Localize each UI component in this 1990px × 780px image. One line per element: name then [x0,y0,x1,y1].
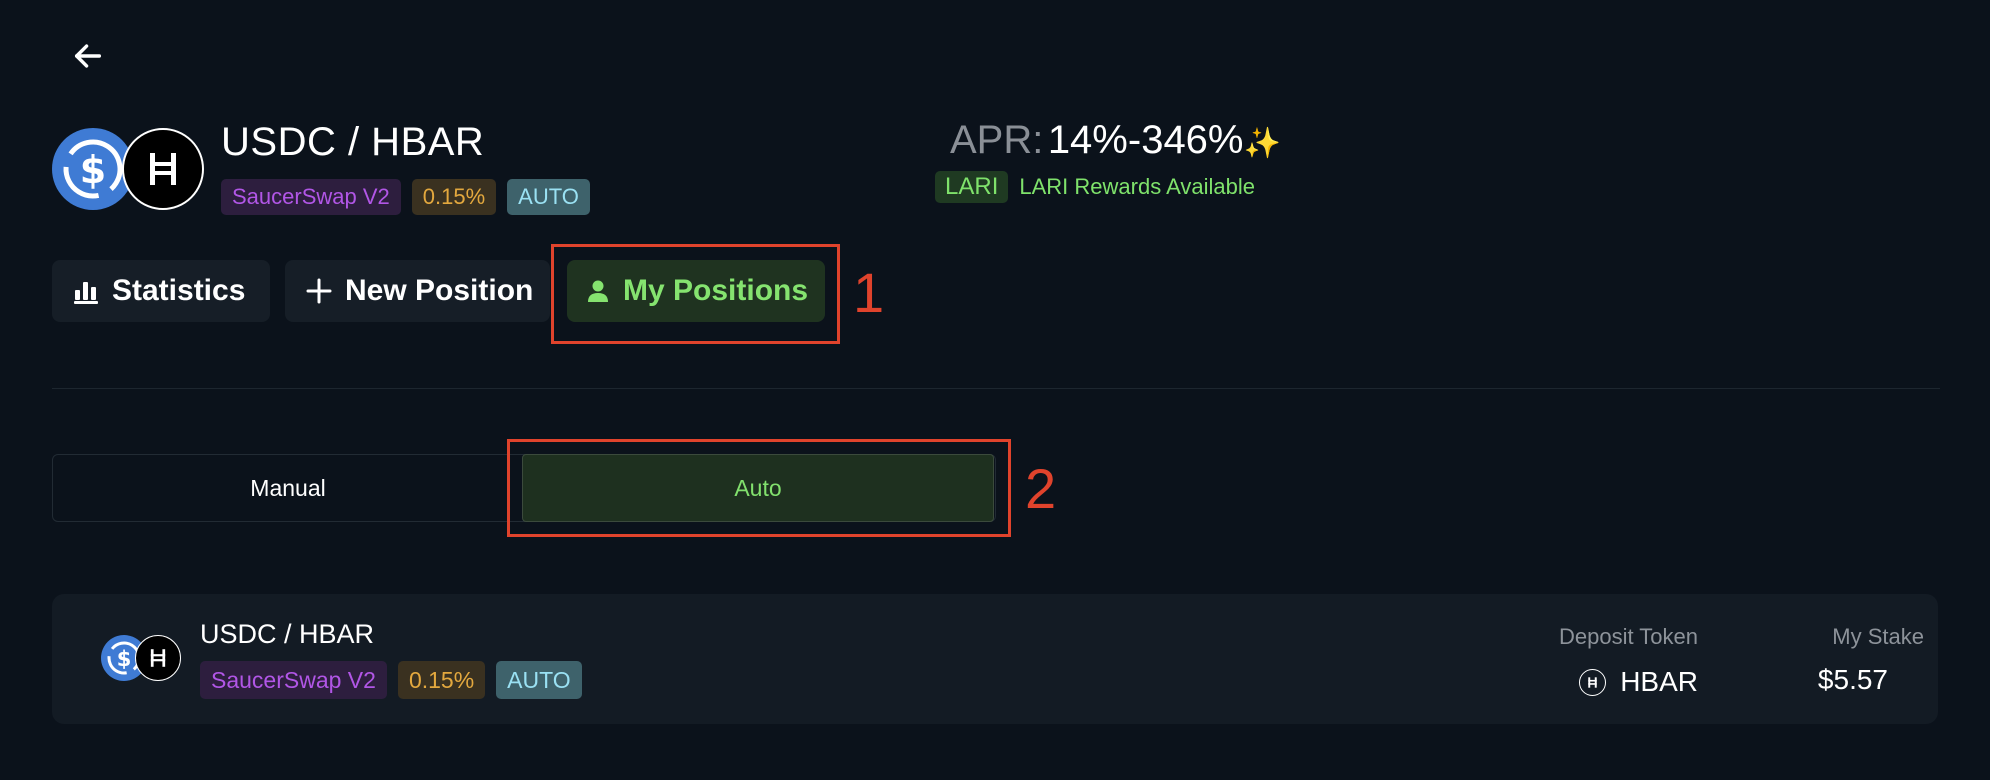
position-tags: SaucerSwap V2 0.15% AUTO [200,661,582,699]
hbar-icon [135,635,181,681]
rewards-row: LARI LARI Rewards Available [935,171,1255,203]
deposit-token-name: HBAR [1620,666,1698,697]
annotation-number-1: 1 [853,261,885,324]
my-stake-value: $5.57 [1817,664,1888,695]
deposit-token-header: Deposit Token [1558,624,1698,649]
sparkle-icon: ✨ [1243,127,1281,160]
rewards-text: LARI Rewards Available [1019,174,1255,199]
arrow-left-icon [74,44,102,68]
deposit-token-value: HBAR [1579,666,1698,698]
statistics-button[interactable]: Statistics [52,260,270,322]
lari-badge: LARI [935,171,1009,203]
apr-label: APR: [950,118,1044,162]
manual-tab[interactable]: Manual [52,454,524,522]
plus-icon [305,277,333,305]
pool-tags: SaucerSwap V2 0.15% AUTO [221,179,590,215]
statistics-label: Statistics [112,274,246,307]
my-stake-header: My Stake [1832,624,1924,649]
auto-badge: AUTO [496,661,582,699]
apr-display: APR: 14%-346%✨ [950,118,1281,163]
hbar-small-icon [1579,668,1607,696]
annotation-number-2: 2 [1025,457,1057,520]
position-pair-title: USDC / HBAR [200,619,375,649]
fee-badge: 0.15% [397,661,486,699]
annotation-box-1 [551,244,840,344]
fee-badge: 0.15% [411,179,497,215]
position-card[interactable]: $ USDC / HBAR SaucerSwap V2 0.15% AUTO D… [52,594,1938,724]
apr-value: 14%-346% [1047,118,1244,162]
page-title: USDC / HBAR [221,120,485,164]
dex-badge: SaucerSwap V2 [200,661,387,699]
section-divider [52,388,1940,389]
auto-badge: AUTO [507,179,590,215]
dex-badge: SaucerSwap V2 [221,179,401,215]
svg-text:$: $ [80,148,106,192]
page: $ USDC / HBAR SaucerSwap V2 0.15% AUTO A… [0,0,1990,780]
annotation-box-2 [507,439,1011,537]
new-position-label: New Position [345,274,534,307]
new-position-button[interactable]: New Position [285,260,550,322]
svg-text:$: $ [117,647,132,671]
hbar-icon [122,128,204,210]
bar-chart-icon [72,277,100,305]
back-button[interactable] [68,36,108,76]
